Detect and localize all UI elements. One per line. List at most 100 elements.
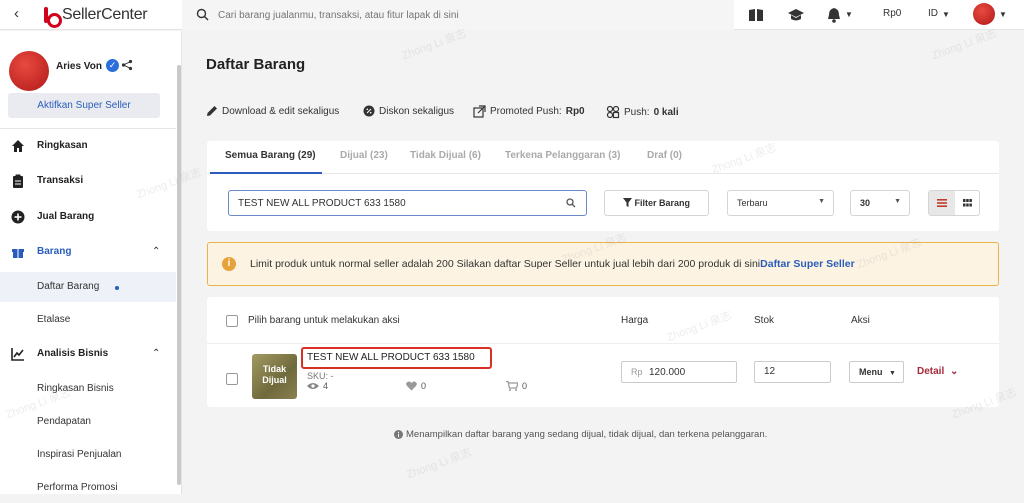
line-chart-icon (11, 348, 24, 361)
tab-semua-barang[interactable]: Semua Barang (29) (225, 150, 316, 161)
sidebar-item-analisis-bisnis[interactable]: Analisis Bisnis ⌃ (0, 339, 176, 369)
sidebar-item-label: Inspirasi Penjualan (37, 449, 122, 460)
per-page-select-value: 30 (860, 198, 871, 208)
search-icon[interactable] (566, 198, 576, 208)
gift-box-icon (12, 249, 24, 258)
product-search[interactable] (228, 190, 587, 216)
bell-icon[interactable] (827, 7, 841, 23)
account-caret-icon[interactable]: ▼ (999, 10, 1007, 19)
sidebar: Aries Von ✓ Aktifkan Super Seller Ringka… (0, 31, 182, 494)
sidebar-item-label: Performa Promosi (37, 482, 118, 493)
price-value: 120.000 (649, 367, 686, 378)
likes-count: 0 (421, 381, 427, 391)
price-input[interactable]: Rp 120.000 (621, 361, 737, 383)
back-arrow-icon[interactable]: ‹ (14, 5, 19, 22)
share-icon[interactable] (121, 59, 133, 71)
sidebar-item-label: Ringkasan Bisnis (37, 383, 114, 394)
register-super-seller-link[interactable]: Daftar Super Seller (760, 258, 855, 270)
alert-message: Limit produk untuk normal seller adalah … (250, 258, 855, 270)
account-avatar[interactable] (973, 3, 995, 25)
active-dot-icon (115, 286, 119, 290)
chevron-down-icon: ▼ (894, 198, 901, 205)
row-checkbox[interactable] (226, 373, 238, 385)
views-count: 4 (323, 381, 329, 391)
sidebar-item-ringkasan[interactable]: Ringkasan (0, 131, 176, 161)
language-selector[interactable]: ID (928, 8, 938, 19)
bell-caret-icon[interactable]: ▼ (845, 10, 853, 19)
sidebar-item-jual-barang[interactable]: Jual Barang (0, 202, 176, 232)
column-header-price: Harga (621, 315, 649, 326)
price-currency: Rp (631, 367, 643, 377)
sidebar-item-label: Pendapatan (37, 416, 91, 427)
sort-select[interactable]: Terbaru ▼ (727, 190, 834, 216)
profile-avatar[interactable] (9, 51, 49, 91)
views-stat: 4 (307, 381, 328, 391)
chevron-up-icon[interactable]: ⌃ (152, 246, 160, 257)
profile-name[interactable]: Aries Von (56, 61, 102, 72)
active-tab-indicator (210, 172, 322, 174)
tab-tidak-dijual[interactable]: Tidak Dijual (6) (410, 150, 481, 161)
grid-view-button[interactable] (955, 191, 980, 215)
per-page-select[interactable]: 30 ▼ (850, 190, 910, 216)
select-all-checkbox[interactable] (226, 315, 238, 327)
sidebar-item-etalase[interactable]: Etalase (0, 305, 176, 335)
sidebar-item-performa-promosi[interactable]: Performa Promosi (0, 473, 176, 503)
stock-input[interactable]: 12 (754, 361, 831, 383)
push-info[interactable]: Push: 0 kali (606, 105, 679, 119)
download-edit-action[interactable]: Download & edit sekaligus (206, 105, 339, 117)
product-search-input[interactable] (238, 196, 558, 211)
sidebar-item-label: Analisis Bisnis (37, 348, 109, 359)
row-menu-button[interactable]: Menu ▼ (849, 361, 904, 383)
chevron-down-icon: ▼ (889, 370, 896, 377)
tab-terkena-pelanggaran[interactable]: Terkena Pelanggaran (3) (505, 150, 620, 161)
cart-icon (506, 381, 518, 391)
filter-button[interactable]: Filter Barang (604, 190, 709, 216)
sidebar-item-pendapatan[interactable]: Pendapatan (0, 407, 176, 437)
sidebar-item-barang[interactable]: Barang ⌃ (0, 237, 176, 267)
clipboard-icon (13, 174, 23, 188)
product-limit-alert: i Limit produk untuk normal seller adala… (207, 242, 999, 286)
push-nodes-icon (606, 105, 620, 119)
eye-icon (307, 383, 319, 389)
sidebar-item-label: Ringkasan (37, 140, 88, 151)
tab-draf[interactable]: Draf (0) (647, 150, 682, 161)
sidebar-item-inspirasi-penjualan[interactable]: Inspirasi Penjualan (0, 440, 176, 470)
row-detail-toggle[interactable]: Detail ⌄ (917, 366, 958, 377)
thumbnail-status-overlay: Tidak Dijual (262, 364, 287, 385)
funnel-icon (622, 198, 632, 207)
sidebar-item-daftar-barang[interactable]: Daftar Barang (0, 272, 176, 302)
header-divider (207, 343, 999, 344)
seller-center-logo[interactable]: SellerCenter (44, 6, 148, 28)
list-view-button[interactable] (929, 191, 955, 215)
bulk-discount-action[interactable]: Diskon sekaligus (363, 105, 454, 117)
activate-super-seller-button[interactable]: Aktifkan Super Seller (8, 93, 160, 118)
product-sku: SKU: - (307, 371, 334, 381)
product-thumbnail[interactable]: Tidak Dijual (252, 354, 297, 399)
sidebar-item-ringkasan-bisnis[interactable]: Ringkasan Bisnis (0, 374, 176, 404)
push-value: 0 kali (653, 106, 679, 118)
row-detail-label: Detail (917, 366, 945, 377)
sidebar-scrollbar[interactable] (177, 65, 181, 485)
home-icon (12, 140, 24, 152)
balance[interactable]: Rp0 (883, 8, 901, 19)
download-edit-label: Download & edit sekaligus (222, 105, 340, 117)
chevron-up-icon[interactable]: ⌃ (152, 348, 160, 359)
push-label: Push: (624, 106, 650, 118)
global-search-input[interactable] (218, 6, 718, 24)
promoted-push-value: Rp0 (565, 106, 585, 117)
top-bar: ‹ SellerCenter ▼ Rp0 ID ▼ ▼ (0, 0, 1024, 30)
product-name-link[interactable]: TEST NEW ALL PRODUCT 633 1580 (301, 347, 492, 369)
pencil-icon (207, 106, 217, 116)
info-icon (394, 430, 403, 439)
search-icon (196, 8, 209, 21)
promoted-push-info[interactable]: Promoted Push: Rp0 (473, 105, 585, 118)
global-search[interactable] (182, 0, 734, 30)
graduation-cap-icon[interactable] (787, 7, 805, 23)
tab-dijual[interactable]: Dijual (23) (340, 150, 388, 161)
footnote-text: Menampilkan daftar barang yang sedang di… (406, 429, 768, 440)
sidebar-divider (0, 128, 176, 129)
sidebar-item-transaksi[interactable]: Transaksi (0, 166, 176, 196)
alert-text: Limit produk untuk normal seller adalah … (250, 258, 761, 270)
book-icon[interactable] (748, 7, 764, 23)
language-caret-icon[interactable]: ▼ (942, 10, 950, 19)
